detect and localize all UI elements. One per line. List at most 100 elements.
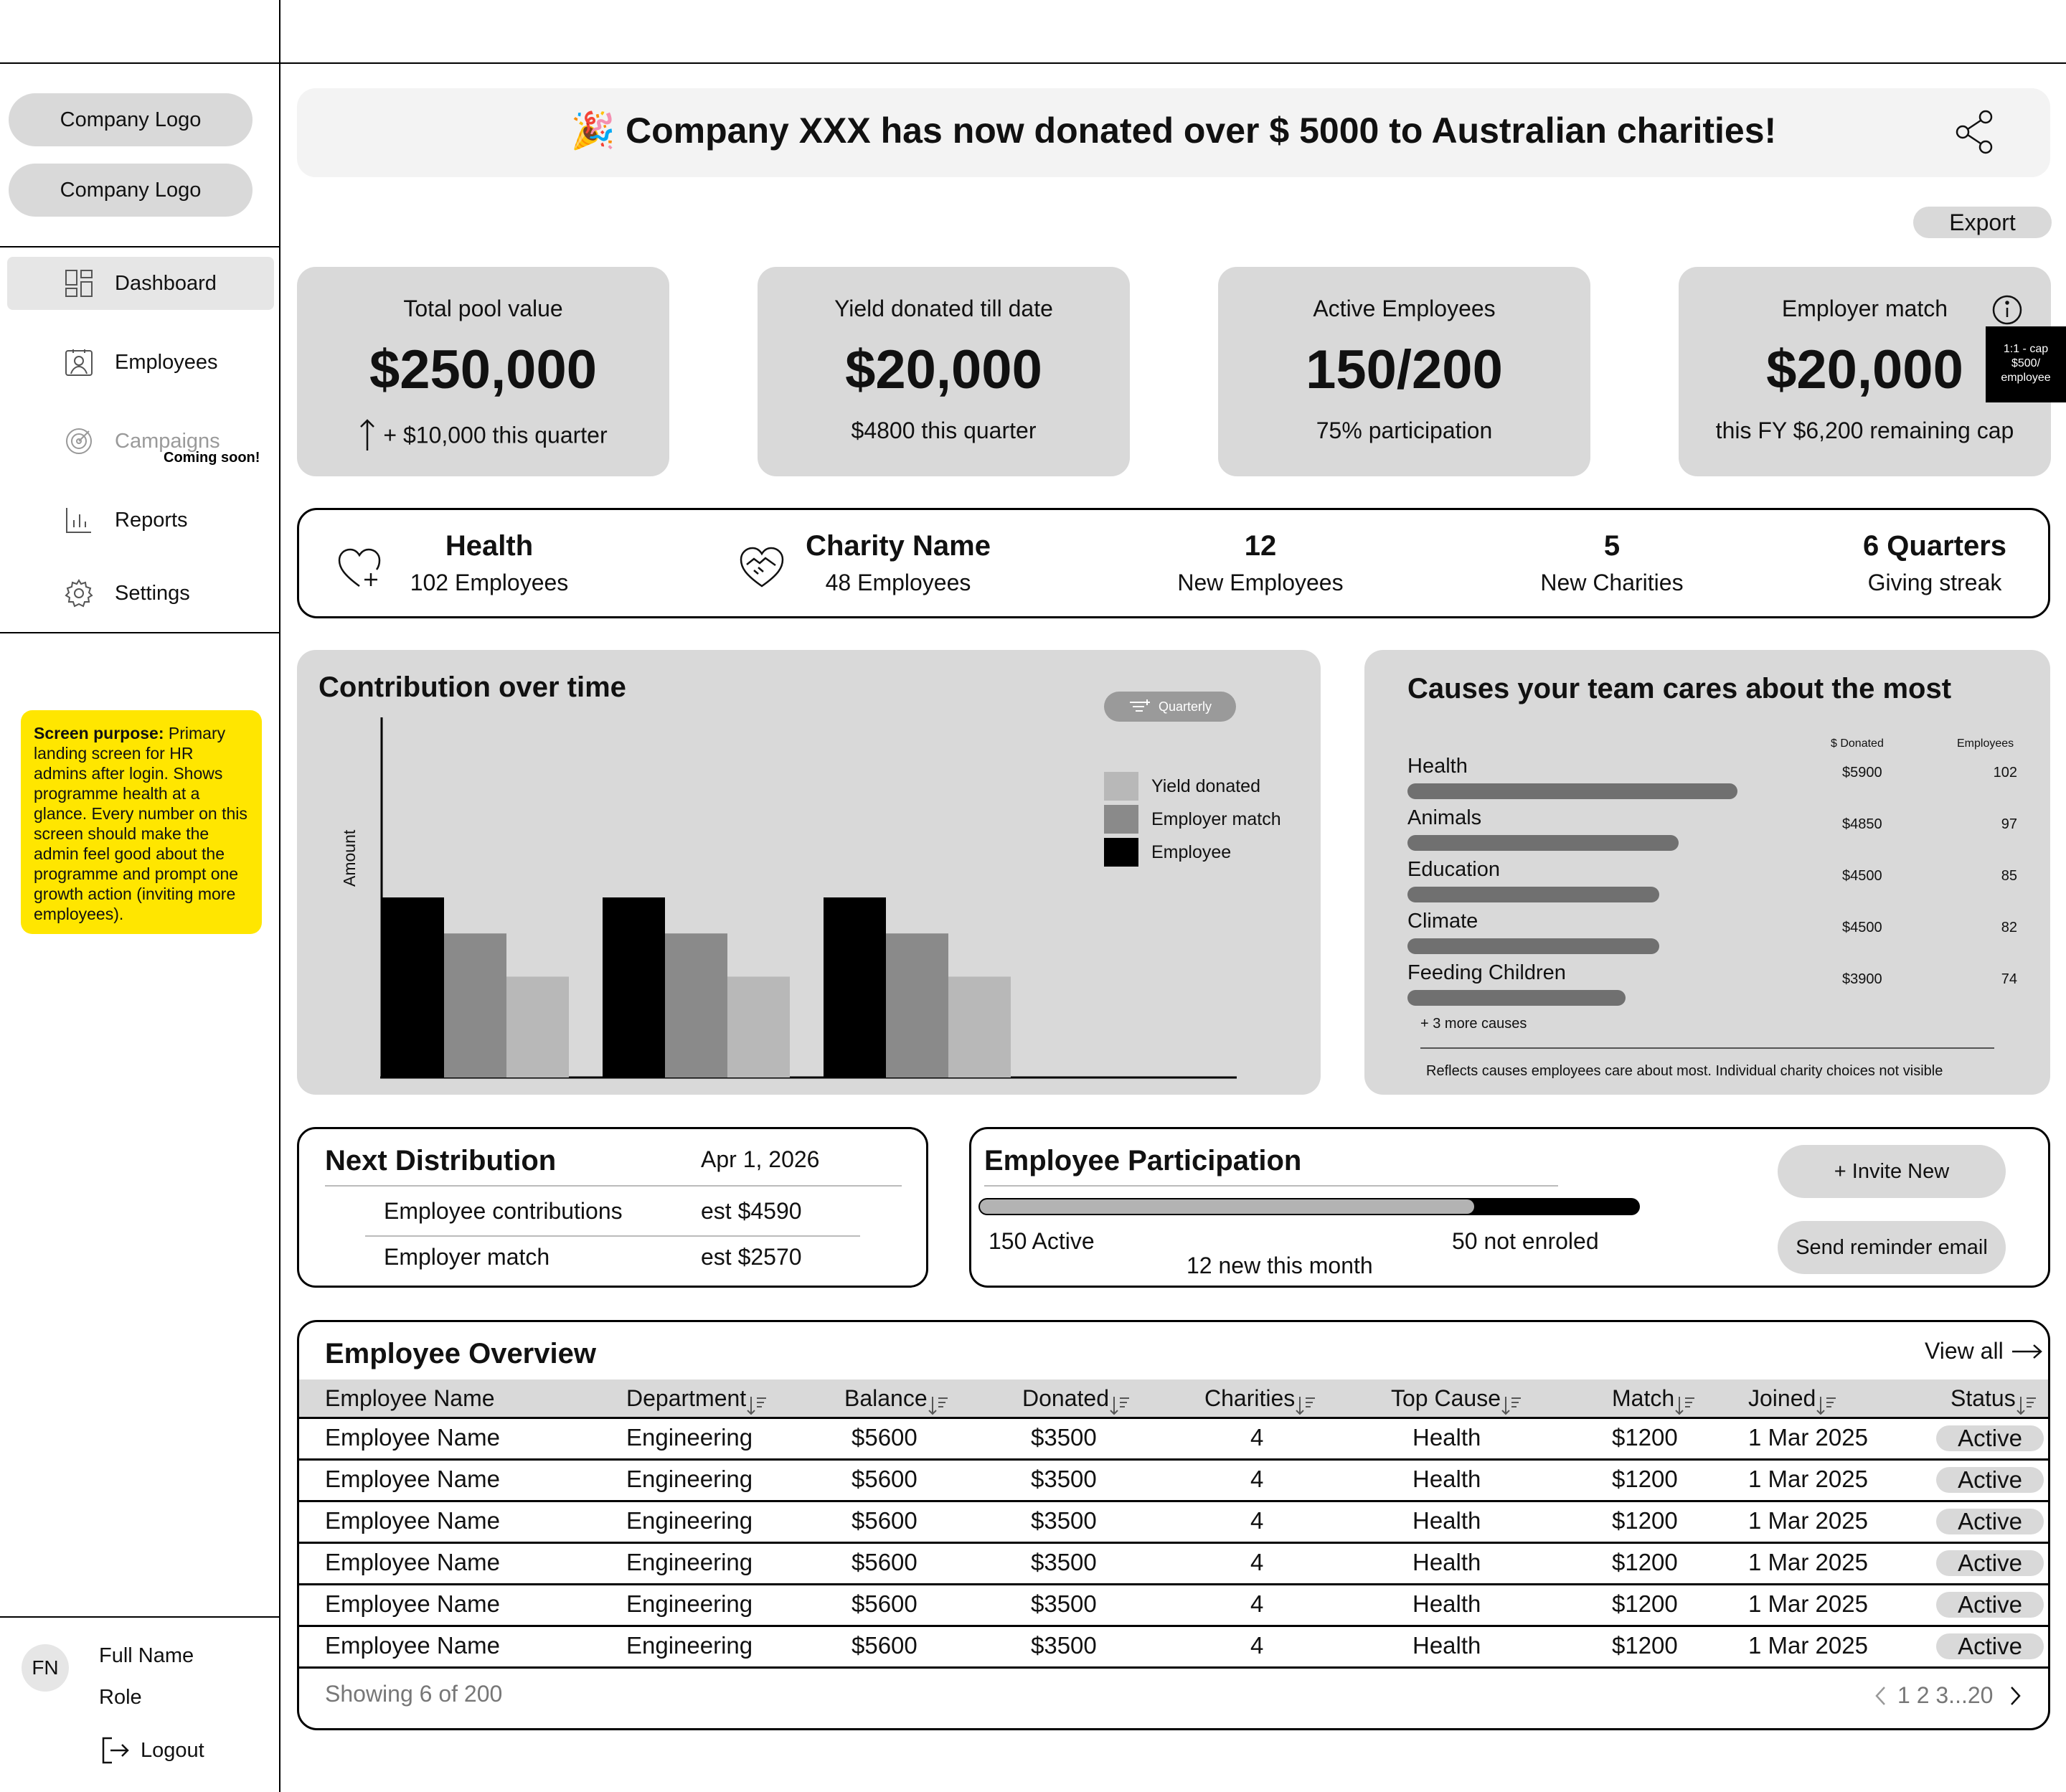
sort-icon[interactable] — [1501, 1390, 1522, 1415]
row-divider — [299, 1542, 2048, 1544]
column-header[interactable]: Employee Name — [325, 1380, 495, 1417]
logout-icon — [100, 1736, 131, 1765]
sidebar-item-dashboard[interactable]: Dashboard — [7, 257, 274, 310]
kpi-label: Active Employees — [1313, 296, 1496, 321]
table-cell: 1 Mar 2025 — [1748, 1466, 1868, 1492]
view-all-label: View all — [1925, 1338, 2004, 1364]
column-header-label: Status — [1951, 1385, 2016, 1411]
page-numbers[interactable]: 1 2 3...20 — [1897, 1682, 1993, 1709]
status-badge: Active — [1936, 1425, 2044, 1451]
table-cell: $5600 — [852, 1507, 918, 1534]
banner-message: Company XXX has now donated over $ 5000 … — [626, 110, 1777, 151]
party-icon: 🎉 — [570, 110, 616, 151]
kpi-value: 150/200 — [1306, 339, 1503, 400]
chevron-right-icon[interactable] — [2010, 1686, 2022, 1706]
column-header[interactable]: Status — [1951, 1380, 2037, 1417]
kpi-sub: + $10,000 this quarter — [297, 418, 669, 456]
table-cell: $5600 — [852, 1632, 918, 1659]
column-header[interactable]: Charities — [1204, 1380, 1316, 1417]
distribution-title: Next Distribution — [325, 1145, 557, 1176]
highlight-label: 102 Employees — [410, 570, 569, 595]
cause-bar — [1407, 835, 1679, 851]
distribution-row-divider — [365, 1235, 860, 1237]
invite-new-button[interactable]: + Invite New — [1778, 1145, 2006, 1198]
sidebar-item-employees[interactable]: Employees — [7, 336, 274, 389]
causes-card: Causes your team cares about the most $ … — [1364, 650, 2050, 1095]
sort-icon[interactable] — [1816, 1390, 1837, 1415]
more-causes-link[interactable]: + 3 more causes — [1420, 1016, 1527, 1032]
status-badge: Active — [1936, 1466, 2044, 1493]
table-cell: 4 — [1250, 1466, 1264, 1492]
table-body: Employee Name Engineering $5600 $3500 4 Healt… — [299, 1417, 2048, 1669]
causes-divider — [1420, 1047, 1994, 1049]
user-name: Full Name — [99, 1644, 194, 1667]
bar-employee — [824, 897, 886, 1077]
kpi-card-yield-donated: Yield donated till date $20,000 $4800 th… — [758, 267, 1130, 476]
row-divider — [299, 1500, 2048, 1502]
kpi-card-total-pool: Total pool value $250,000 + $10,000 this… — [297, 267, 669, 476]
table-row[interactable]: Employee Name Engineering $5600 $3500 4 Healt… — [299, 1458, 2048, 1500]
cause-donated: $3900 — [1842, 971, 1882, 987]
info-icon[interactable] — [1991, 294, 2023, 329]
table-cell: $1200 — [1612, 1466, 1678, 1492]
table-cell: 1 Mar 2025 — [1748, 1632, 1868, 1659]
sort-icon[interactable] — [2016, 1390, 2037, 1415]
causes-title: Causes your team cares about the most — [1407, 673, 1952, 704]
sort-icon[interactable] — [746, 1390, 768, 1415]
table-cell: $1200 — [1612, 1632, 1678, 1659]
top-cause-highlight: Health 102 Employees — [392, 530, 586, 596]
sidebar-item-reports[interactable]: Reports — [7, 494, 274, 547]
logout-button[interactable]: Logout — [100, 1736, 204, 1765]
column-header[interactable]: Donated — [1022, 1380, 1131, 1417]
sort-icon[interactable] — [1295, 1390, 1316, 1415]
export-button[interactable]: Export — [1913, 207, 2052, 238]
sidebar-item-label: Reports — [115, 508, 188, 532]
table-cell: $1200 — [1612, 1424, 1678, 1451]
highlight-value: Health — [445, 530, 534, 562]
chevron-left-icon[interactable] — [1874, 1686, 1886, 1706]
company-logo[interactable]: Company Logo — [9, 93, 253, 146]
sidebar-item-settings[interactable]: Settings — [7, 567, 274, 620]
cause-employees: 82 — [2001, 920, 2017, 935]
sort-icon[interactable] — [1674, 1390, 1696, 1415]
sidebar-footer-divider — [0, 1616, 280, 1618]
status-badge: Active — [1936, 1508, 2044, 1534]
column-header[interactable]: Department — [626, 1380, 768, 1417]
sort-icon[interactable] — [1109, 1390, 1131, 1415]
sort-icon[interactable] — [928, 1390, 949, 1415]
table-cell: $5600 — [852, 1590, 918, 1617]
avatar[interactable]: FN — [22, 1644, 69, 1692]
table-row[interactable]: Employee Name Engineering $5600 $3500 4 Healt… — [299, 1417, 2048, 1458]
new-charities-highlight: 5 New Charities — [1504, 530, 1720, 596]
cause-name: Education — [1407, 858, 1500, 881]
table-cell: Health — [1412, 1466, 1481, 1492]
table-cell: 1 Mar 2025 — [1748, 1549, 1868, 1575]
send-reminder-button[interactable]: Send reminder email — [1778, 1221, 2006, 1274]
table-row[interactable]: Employee Name Engineering $5600 $3500 4 Healt… — [299, 1500, 2048, 1542]
column-header[interactable]: Top Cause — [1391, 1380, 1522, 1417]
table-row[interactable]: Employee Name Engineering $5600 $3500 4 Healt… — [299, 1542, 2048, 1583]
table-cell: $3500 — [1031, 1549, 1097, 1575]
column-header-label: Match — [1612, 1385, 1675, 1411]
column-header[interactable]: Match — [1612, 1380, 1696, 1417]
table-row[interactable]: Employee Name Engineering $5600 $3500 4 Healt… — [299, 1583, 2048, 1625]
table-cell: $1200 — [1612, 1549, 1678, 1575]
column-header-label: Donated — [1022, 1385, 1109, 1411]
share-icon[interactable] — [1954, 110, 1994, 158]
participation-divider — [984, 1185, 1558, 1187]
highlight-label: New Employees — [1177, 570, 1344, 595]
table-cell: 4 — [1250, 1590, 1264, 1617]
view-all-link[interactable]: View all — [1925, 1338, 2044, 1364]
company-logo-secondary[interactable]: Company Logo — [9, 164, 253, 217]
cause-name: Climate — [1407, 910, 1478, 933]
cause-donated: $4850 — [1842, 816, 1882, 832]
legend-employee: Employee — [1104, 838, 1231, 867]
table-cell: $5600 — [852, 1549, 918, 1575]
table-row[interactable]: Employee Name Engineering $5600 $3500 4 Healt… — [299, 1625, 2048, 1666]
cause-donated: $4500 — [1842, 868, 1882, 884]
table-cell: Employee Name — [325, 1632, 500, 1659]
column-header[interactable]: Joined — [1748, 1380, 1837, 1417]
donated-column-header: $ Donated — [1831, 737, 1884, 750]
column-header[interactable]: Balance — [844, 1380, 949, 1417]
highlight-value: 5 — [1603, 530, 1621, 562]
